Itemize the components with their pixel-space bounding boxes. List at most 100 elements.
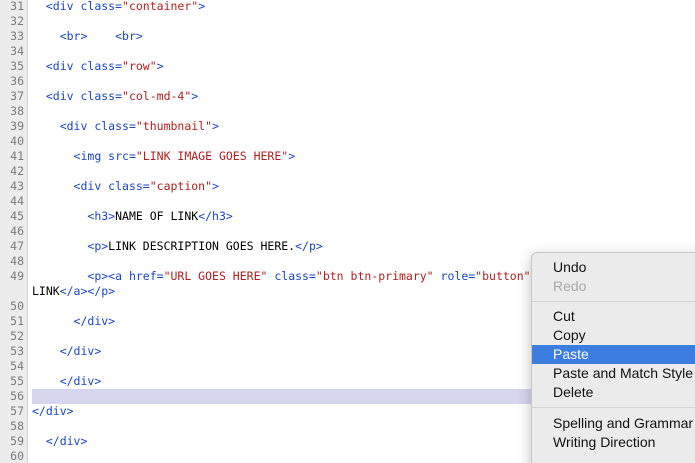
- line-number: 59: [10, 434, 24, 448]
- code-str: "btn btn-primary": [315, 269, 434, 283]
- line-number: 51: [10, 314, 24, 328]
- code-tag: <div: [45, 89, 81, 103]
- code-attr: class=: [274, 269, 316, 283]
- code-tag: <p>: [87, 239, 109, 253]
- line-number: 53: [10, 344, 24, 358]
- code-tag: </div>: [59, 374, 102, 388]
- code-str: "row": [122, 59, 157, 73]
- code-str: "button": [475, 269, 531, 283]
- code-str: "URL GOES HERE": [163, 269, 268, 283]
- line-number: 42: [10, 164, 24, 178]
- code-tag: </div>: [59, 344, 102, 358]
- line-number: 55: [10, 374, 24, 388]
- code-txt: NAME OF LINK: [115, 209, 199, 223]
- code-text[interactable]: [32, 14, 695, 29]
- code-tag: <h3>: [87, 209, 116, 223]
- code-tag: <br>: [115, 29, 143, 43]
- code-attr: href=: [128, 269, 164, 283]
- code-text[interactable]: [32, 134, 695, 149]
- line-number: 60: [10, 449, 24, 463]
- code-tag: >: [191, 89, 199, 103]
- code-tag: </div>: [32, 404, 74, 418]
- line-number: 40: [10, 134, 24, 148]
- code-editor[interactable]: 31 <div class="container"> 32 33 <br> <br>…: [0, 0, 695, 463]
- line-number: 54: [10, 359, 24, 373]
- code-tag: <p><a: [87, 269, 129, 283]
- line-number: 58: [10, 419, 24, 433]
- code-tag: >: [198, 0, 206, 13]
- code-tag: <div: [45, 0, 81, 13]
- line-number: 33: [10, 29, 24, 43]
- menu-item-copy[interactable]: Copy: [532, 326, 695, 345]
- code-tag: </div>: [45, 434, 88, 448]
- code-text[interactable]: <img src="LINK IMAGE GOES HERE">: [32, 149, 695, 164]
- code-attr: class=: [80, 59, 123, 73]
- code-attr: class=: [94, 119, 136, 133]
- code-text[interactable]: [32, 44, 695, 59]
- code-str: "container": [122, 0, 199, 13]
- code-tag: </h3>: [198, 209, 233, 223]
- line-number: 47: [10, 239, 24, 253]
- menu-item-writing-direction[interactable]: Writing Direction: [532, 433, 695, 452]
- code-tag: <div: [73, 179, 109, 193]
- code-text[interactable]: <div class="caption">: [32, 179, 695, 194]
- code-txt: LINK: [32, 284, 60, 298]
- code-txt: LINK DESCRIPTION GOES HERE.: [108, 239, 296, 253]
- code-tag: <div: [45, 59, 81, 73]
- line-number: 34: [10, 44, 24, 58]
- code-tag: >: [156, 59, 164, 73]
- code-text[interactable]: [32, 224, 695, 239]
- code-text[interactable]: [32, 194, 695, 209]
- code-attr: src=: [108, 149, 136, 163]
- menu-item-paste-and-match-style[interactable]: Paste and Match Style: [532, 364, 695, 383]
- code-tag: <div: [59, 119, 95, 133]
- code-text[interactable]: <div class="thumbnail">: [32, 119, 695, 134]
- context-menu[interactable]: Undo Redo Cut Copy Paste Paste and Match…: [531, 252, 695, 463]
- code-tag: >: [288, 149, 296, 163]
- menu-item-redo: Redo: [553, 278, 587, 294]
- code-text[interactable]: <div class="container">: [32, 0, 695, 14]
- line-number: 44: [10, 194, 24, 208]
- code-text[interactable]: [32, 74, 695, 89]
- menu-item-paste[interactable]: Paste: [532, 345, 695, 364]
- code-str: "LINK IMAGE GOES HERE": [135, 149, 289, 163]
- menu-item-spelling-and-grammar[interactable]: Spelling and Grammar: [532, 414, 695, 433]
- line-number: 52: [10, 329, 24, 343]
- code-text[interactable]: <h3>NAME OF LINK</h3>: [32, 209, 695, 224]
- line-number: 49: [10, 269, 24, 283]
- line-number: 32: [10, 14, 24, 28]
- code-text[interactable]: [32, 164, 695, 179]
- code-attr: role=: [440, 269, 476, 283]
- code-attr: class=: [80, 0, 123, 13]
- menu-item-undo[interactable]: Undo: [532, 258, 695, 277]
- line-number: 50: [10, 299, 24, 313]
- code-tag: <img: [73, 149, 109, 163]
- code-str: "col-md-4": [122, 89, 192, 103]
- code-text[interactable]: <div class="row">: [32, 59, 695, 74]
- code-tag: </a></p>: [59, 284, 116, 298]
- menu-item-delete[interactable]: Delete: [532, 383, 695, 402]
- line-number: [0, 284, 24, 299]
- line-number: 31: [10, 0, 24, 13]
- line-number: 38: [10, 104, 24, 118]
- code-str: "caption": [149, 179, 213, 193]
- code-tag: <br>: [59, 29, 88, 43]
- line-number: 56: [10, 389, 24, 403]
- menu-item-cut[interactable]: Cut: [532, 307, 695, 326]
- code-text[interactable]: <div class="col-md-4">: [32, 89, 695, 104]
- code-text[interactable]: <br> <br>: [32, 29, 695, 44]
- line-number: 57: [10, 404, 24, 418]
- code-text[interactable]: [32, 104, 695, 119]
- code-str: "thumbnail": [135, 119, 213, 133]
